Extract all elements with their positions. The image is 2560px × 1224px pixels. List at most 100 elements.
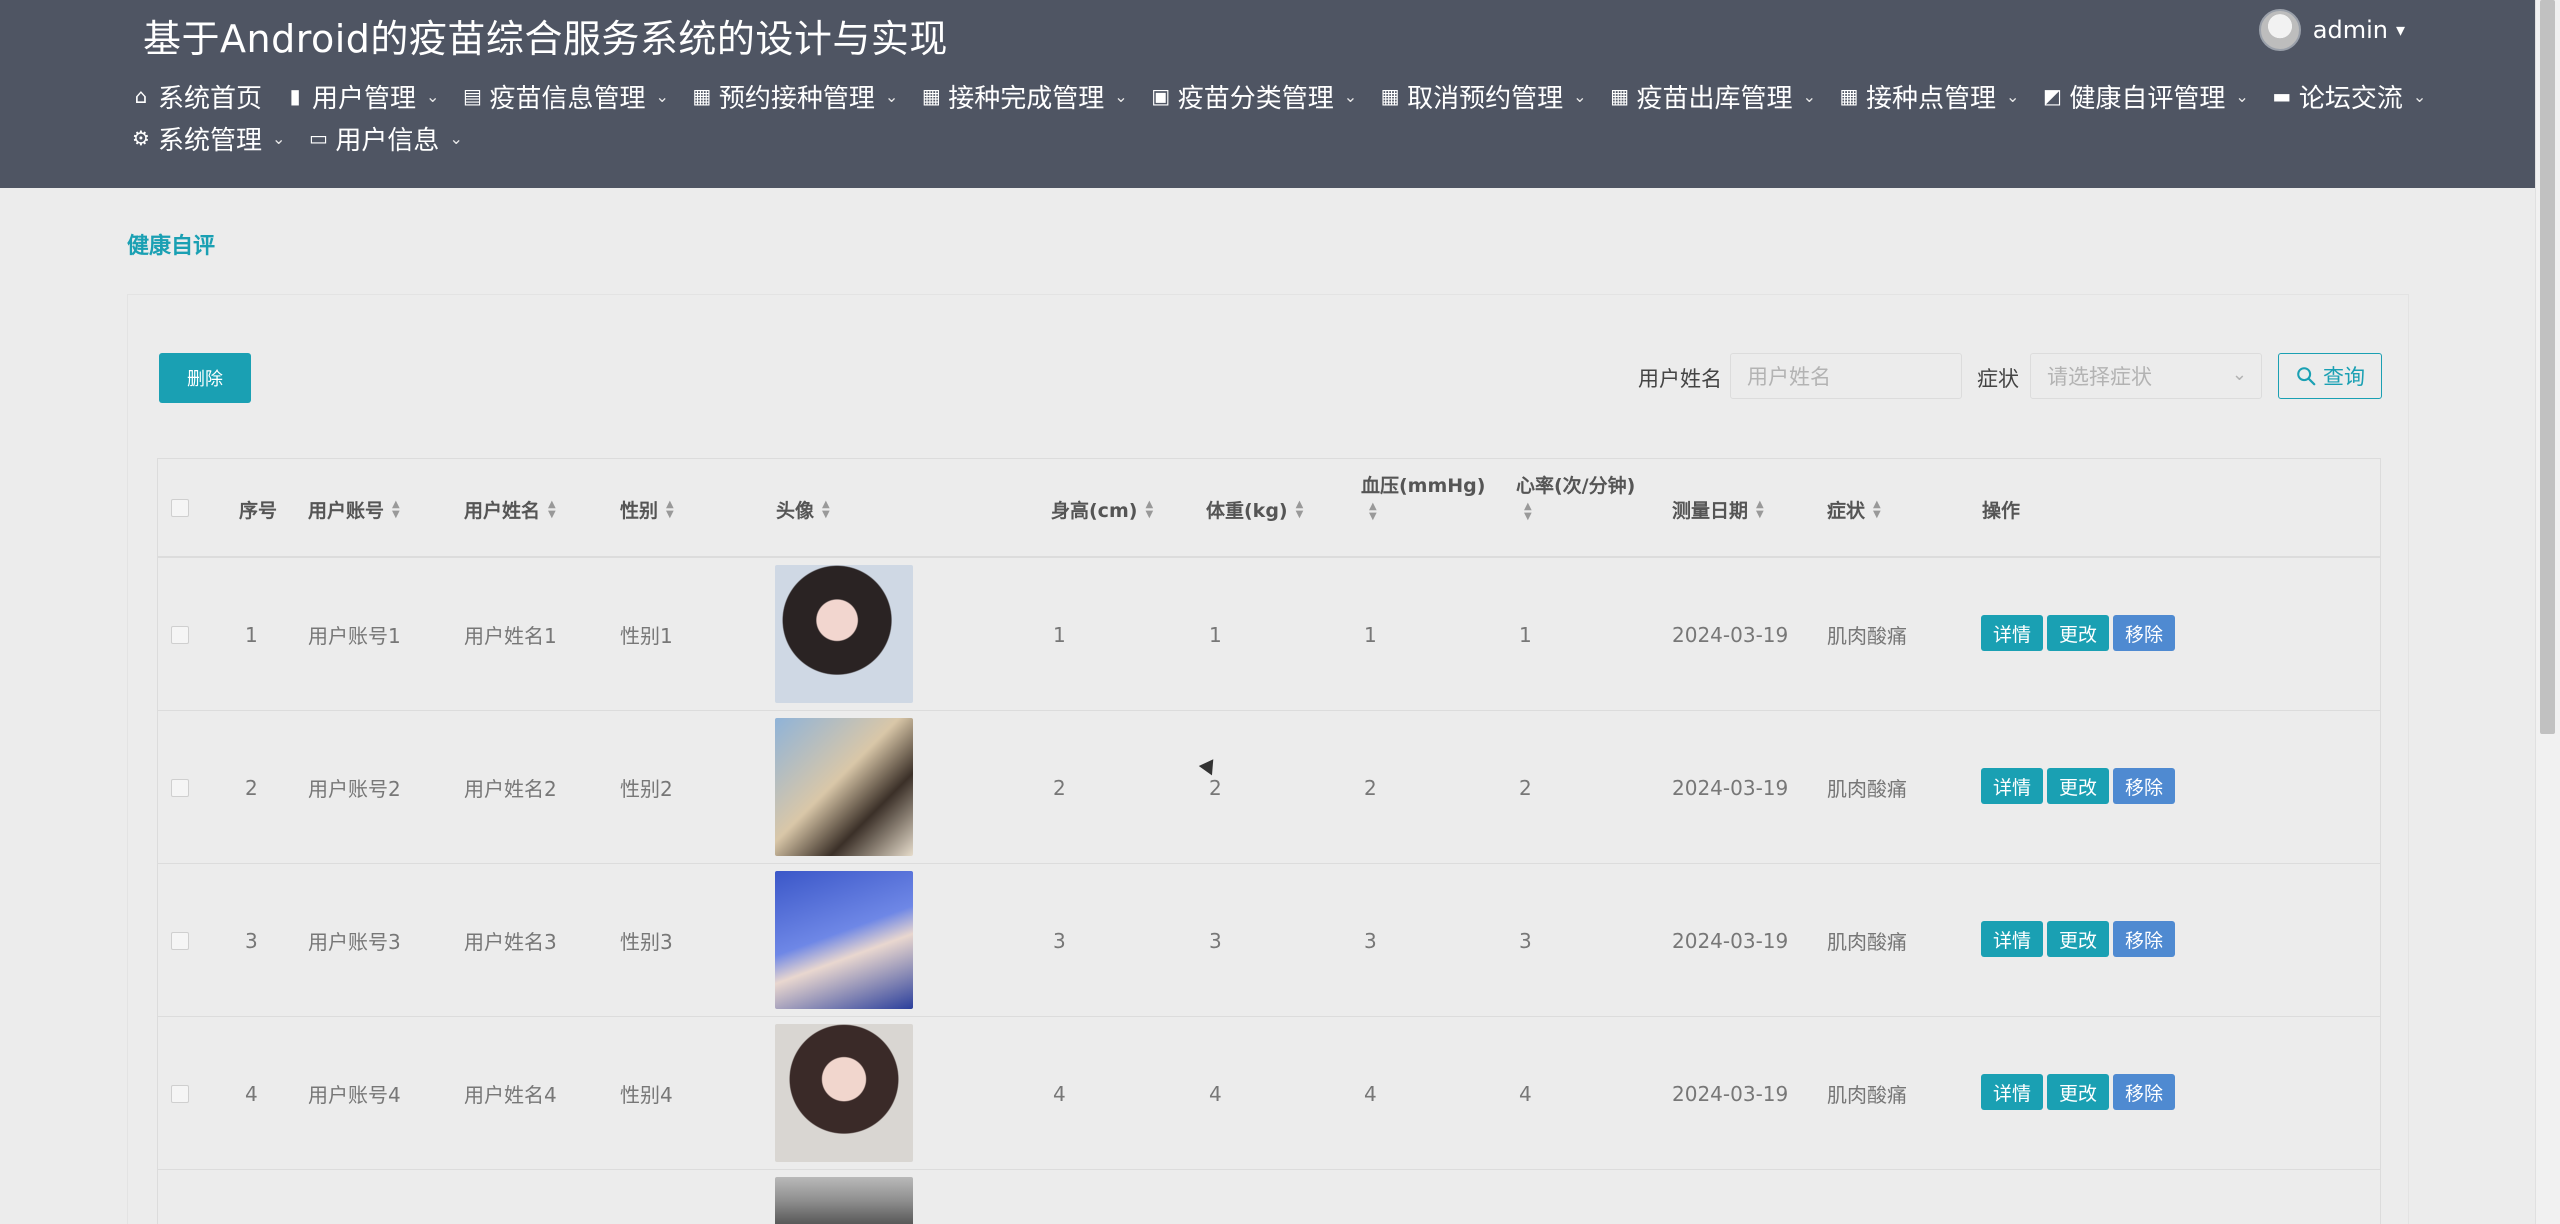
cell-index: 4 <box>245 1081 258 1106</box>
cell-gender: 性别1 <box>620 624 673 648</box>
cell-account: 用户账号2 <box>308 777 401 801</box>
nav-item-6[interactable]: ▦ 取消预约管理 ⌄ <box>1379 78 1587 114</box>
col-hr[interactable]: 心率(次/分钟) ▲ ▼ <box>1516 471 1635 522</box>
caret-down-icon[interactable]: ▾ <box>2396 20 2405 41</box>
detail-button[interactable]: 详情 <box>1981 1074 2044 1110</box>
nav-item-4[interactable]: ▦ 接种完成管理 ⌄ <box>920 78 1128 114</box>
cell-bp: 3 <box>1364 928 1377 953</box>
edit-button[interactable]: 更改 <box>2047 615 2110 651</box>
symptom-select-placeholder: 请选择症状 <box>2047 365 2152 389</box>
cell-weight: 3 <box>1209 928 1222 953</box>
edit-button[interactable]: 更改 <box>2047 921 2110 957</box>
col-gender[interactable]: 性别 ▲ ▼ <box>620 496 674 523</box>
remove-button[interactable]: 移除 <box>2113 768 2176 804</box>
nav-item-label: 健康自评管理 <box>2069 83 2226 114</box>
col-weight[interactable]: 体重(kg) ▲ ▼ <box>1206 496 1303 523</box>
select-all-checkbox[interactable] <box>171 499 189 517</box>
grid-icon: ▦ <box>1610 84 1629 108</box>
scrollbar[interactable] <box>2535 0 2560 1224</box>
sort-icon: ▲ ▼ <box>1369 501 1377 522</box>
edit-button[interactable]: 更改 <box>2047 768 2110 804</box>
nav-item-11[interactable]: ⚙ 系统管理 ⌄ <box>130 120 285 156</box>
nav-item-9[interactable]: ◩ 健康自评管理 ⌄ <box>2041 78 2249 114</box>
nav-item-5[interactable]: ▣ 疫苗分类管理 ⌄ <box>1150 78 1357 114</box>
row-actions: 详情 更改 移除 <box>1981 1074 2176 1110</box>
col-name[interactable]: 用户姓名 ▲ ▼ <box>464 496 556 523</box>
col-account[interactable]: 用户账号 ▲ ▼ <box>308 496 400 523</box>
row-checkbox[interactable] <box>171 626 189 644</box>
avatar-image <box>775 718 913 856</box>
grid-icon: ▦ <box>1839 84 1859 108</box>
col-height[interactable]: 身高(cm) ▲ ▼ <box>1051 496 1153 523</box>
avatar-image <box>775 1024 913 1162</box>
cell-height: 4 <box>1053 1081 1066 1106</box>
cell-weight: 2 <box>1209 775 1222 800</box>
forum-icon: ▬ <box>2272 84 2292 108</box>
cell-bp: 4 <box>1364 1081 1377 1106</box>
chevron-down-icon: ⌄ <box>2235 86 2249 106</box>
chevron-down-icon: ⌄ <box>884 86 899 106</box>
row-checkbox[interactable] <box>171 1085 189 1103</box>
row-actions: 详情 更改 移除 <box>1981 615 2176 651</box>
detail-button[interactable]: 详情 <box>1981 921 2044 957</box>
user-avatar-icon[interactable] <box>2258 9 2301 51</box>
nav-item-label: 用户信息 <box>335 125 440 156</box>
clipboard-icon: ▤ <box>462 84 482 108</box>
sort-icon: ▲ ▼ <box>1524 501 1532 522</box>
cell-height: 3 <box>1053 928 1066 953</box>
user-menu[interactable]: admin ▾ <box>2258 9 2405 51</box>
nav-item-0[interactable]: ⌂ 系统首页 <box>130 78 262 114</box>
cell-bp: 1 <box>1364 622 1377 647</box>
remove-button[interactable]: 移除 <box>2113 1074 2176 1110</box>
cell-height: 2 <box>1053 775 1066 800</box>
nav-item-10[interactable]: ▬ 论坛交流 ⌄ <box>2271 78 2426 114</box>
col-avatar[interactable]: 头像 ▲ ▼ <box>776 496 830 523</box>
nav-item-label: 系统管理 <box>158 125 263 156</box>
edit-button[interactable]: 更改 <box>2047 1074 2110 1110</box>
table-row: 4 用户账号4 用户姓名4 性别4 4 4 4 4 2024-03-19 肌肉酸痛 详情 更改 移除 <box>157 1017 2381 1170</box>
col-bp[interactable]: 血压(mmHg) ▲ ▼ <box>1361 471 1485 522</box>
cell-symptom: 肌肉酸痛 <box>1827 930 1907 954</box>
nav-item-label: 用户管理 <box>312 83 417 114</box>
cell-symptom: 肌肉酸痛 <box>1827 777 1907 801</box>
nav-item-1[interactable]: ▮ 用户管理 ⌄ <box>284 78 440 114</box>
detail-button[interactable]: 详情 <box>1981 768 2044 804</box>
nav-item-8[interactable]: ▦ 接种点管理 ⌄ <box>1838 78 2020 114</box>
id-card-icon: ▭ <box>308 126 328 150</box>
chevron-down-icon: ⌄ <box>2412 86 2427 106</box>
table-row-partial <box>157 1170 2381 1224</box>
sort-icon: ▲ ▼ <box>1873 498 1881 520</box>
remove-button[interactable]: 移除 <box>2113 615 2176 651</box>
scrollbar-thumb[interactable] <box>2540 0 2555 734</box>
username[interactable]: admin <box>2313 16 2388 44</box>
chevron-down-icon: ⌄ <box>2231 364 2247 385</box>
app-title: 基于Android的疫苗综合服务系统的设计与实现 <box>143 17 948 61</box>
chevron-down-icon: ⌄ <box>655 86 669 106</box>
chevron-down-icon: ⌄ <box>1343 86 1358 106</box>
chevron-down-icon: ⌄ <box>2005 86 2020 106</box>
nav-item-7[interactable]: ▦ 疫苗出库管理 ⌄ <box>1609 78 1816 114</box>
cell-gender: 性别2 <box>620 777 673 801</box>
home-icon: ⌂ <box>134 84 148 108</box>
avatar-image <box>775 565 913 703</box>
settings-icon: ⚙ <box>132 126 150 150</box>
detail-button[interactable]: 详情 <box>1981 615 2044 651</box>
main-nav: ⌂ 系统首页 ▮ 用户管理 ⌄ ▤ 疫苗信息管理 ⌄ ▦ 预约接种管理 ⌄ ▦ 接种完成管理 ⌄ ▣ 疫苗分类… <box>130 78 2430 156</box>
name-search-input[interactable]: 用户姓名 <box>1730 353 1962 399</box>
nav-item-label: 疫苗分类管理 <box>1177 83 1334 114</box>
nav-item-3[interactable]: ▦ 预约接种管理 ⌄ <box>691 78 898 114</box>
nav-item-2[interactable]: ▤ 疫苗信息管理 ⌄ <box>461 78 669 114</box>
row-actions: 详情 更改 移除 <box>1981 921 2176 957</box>
row-checkbox[interactable] <box>171 932 189 950</box>
sort-icon: ▲ ▼ <box>1756 498 1764 520</box>
query-button[interactable]: 查询 <box>2278 353 2382 399</box>
col-date[interactable]: 测量日期 ▲ ▼ <box>1672 496 1764 523</box>
row-checkbox[interactable] <box>171 779 189 797</box>
cell-weight: 1 <box>1209 622 1222 647</box>
remove-button[interactable]: 移除 <box>2113 921 2176 957</box>
cell-date: 2024-03-19 <box>1672 1081 1789 1106</box>
col-symptom[interactable]: 症状 ▲ ▼ <box>1827 496 1881 523</box>
symptom-select[interactable]: 请选择症状 ⌄ <box>2030 353 2262 399</box>
nav-item-12[interactable]: ▭ 用户信息 ⌄ <box>307 120 463 156</box>
cell-gender: 性别3 <box>620 930 673 954</box>
